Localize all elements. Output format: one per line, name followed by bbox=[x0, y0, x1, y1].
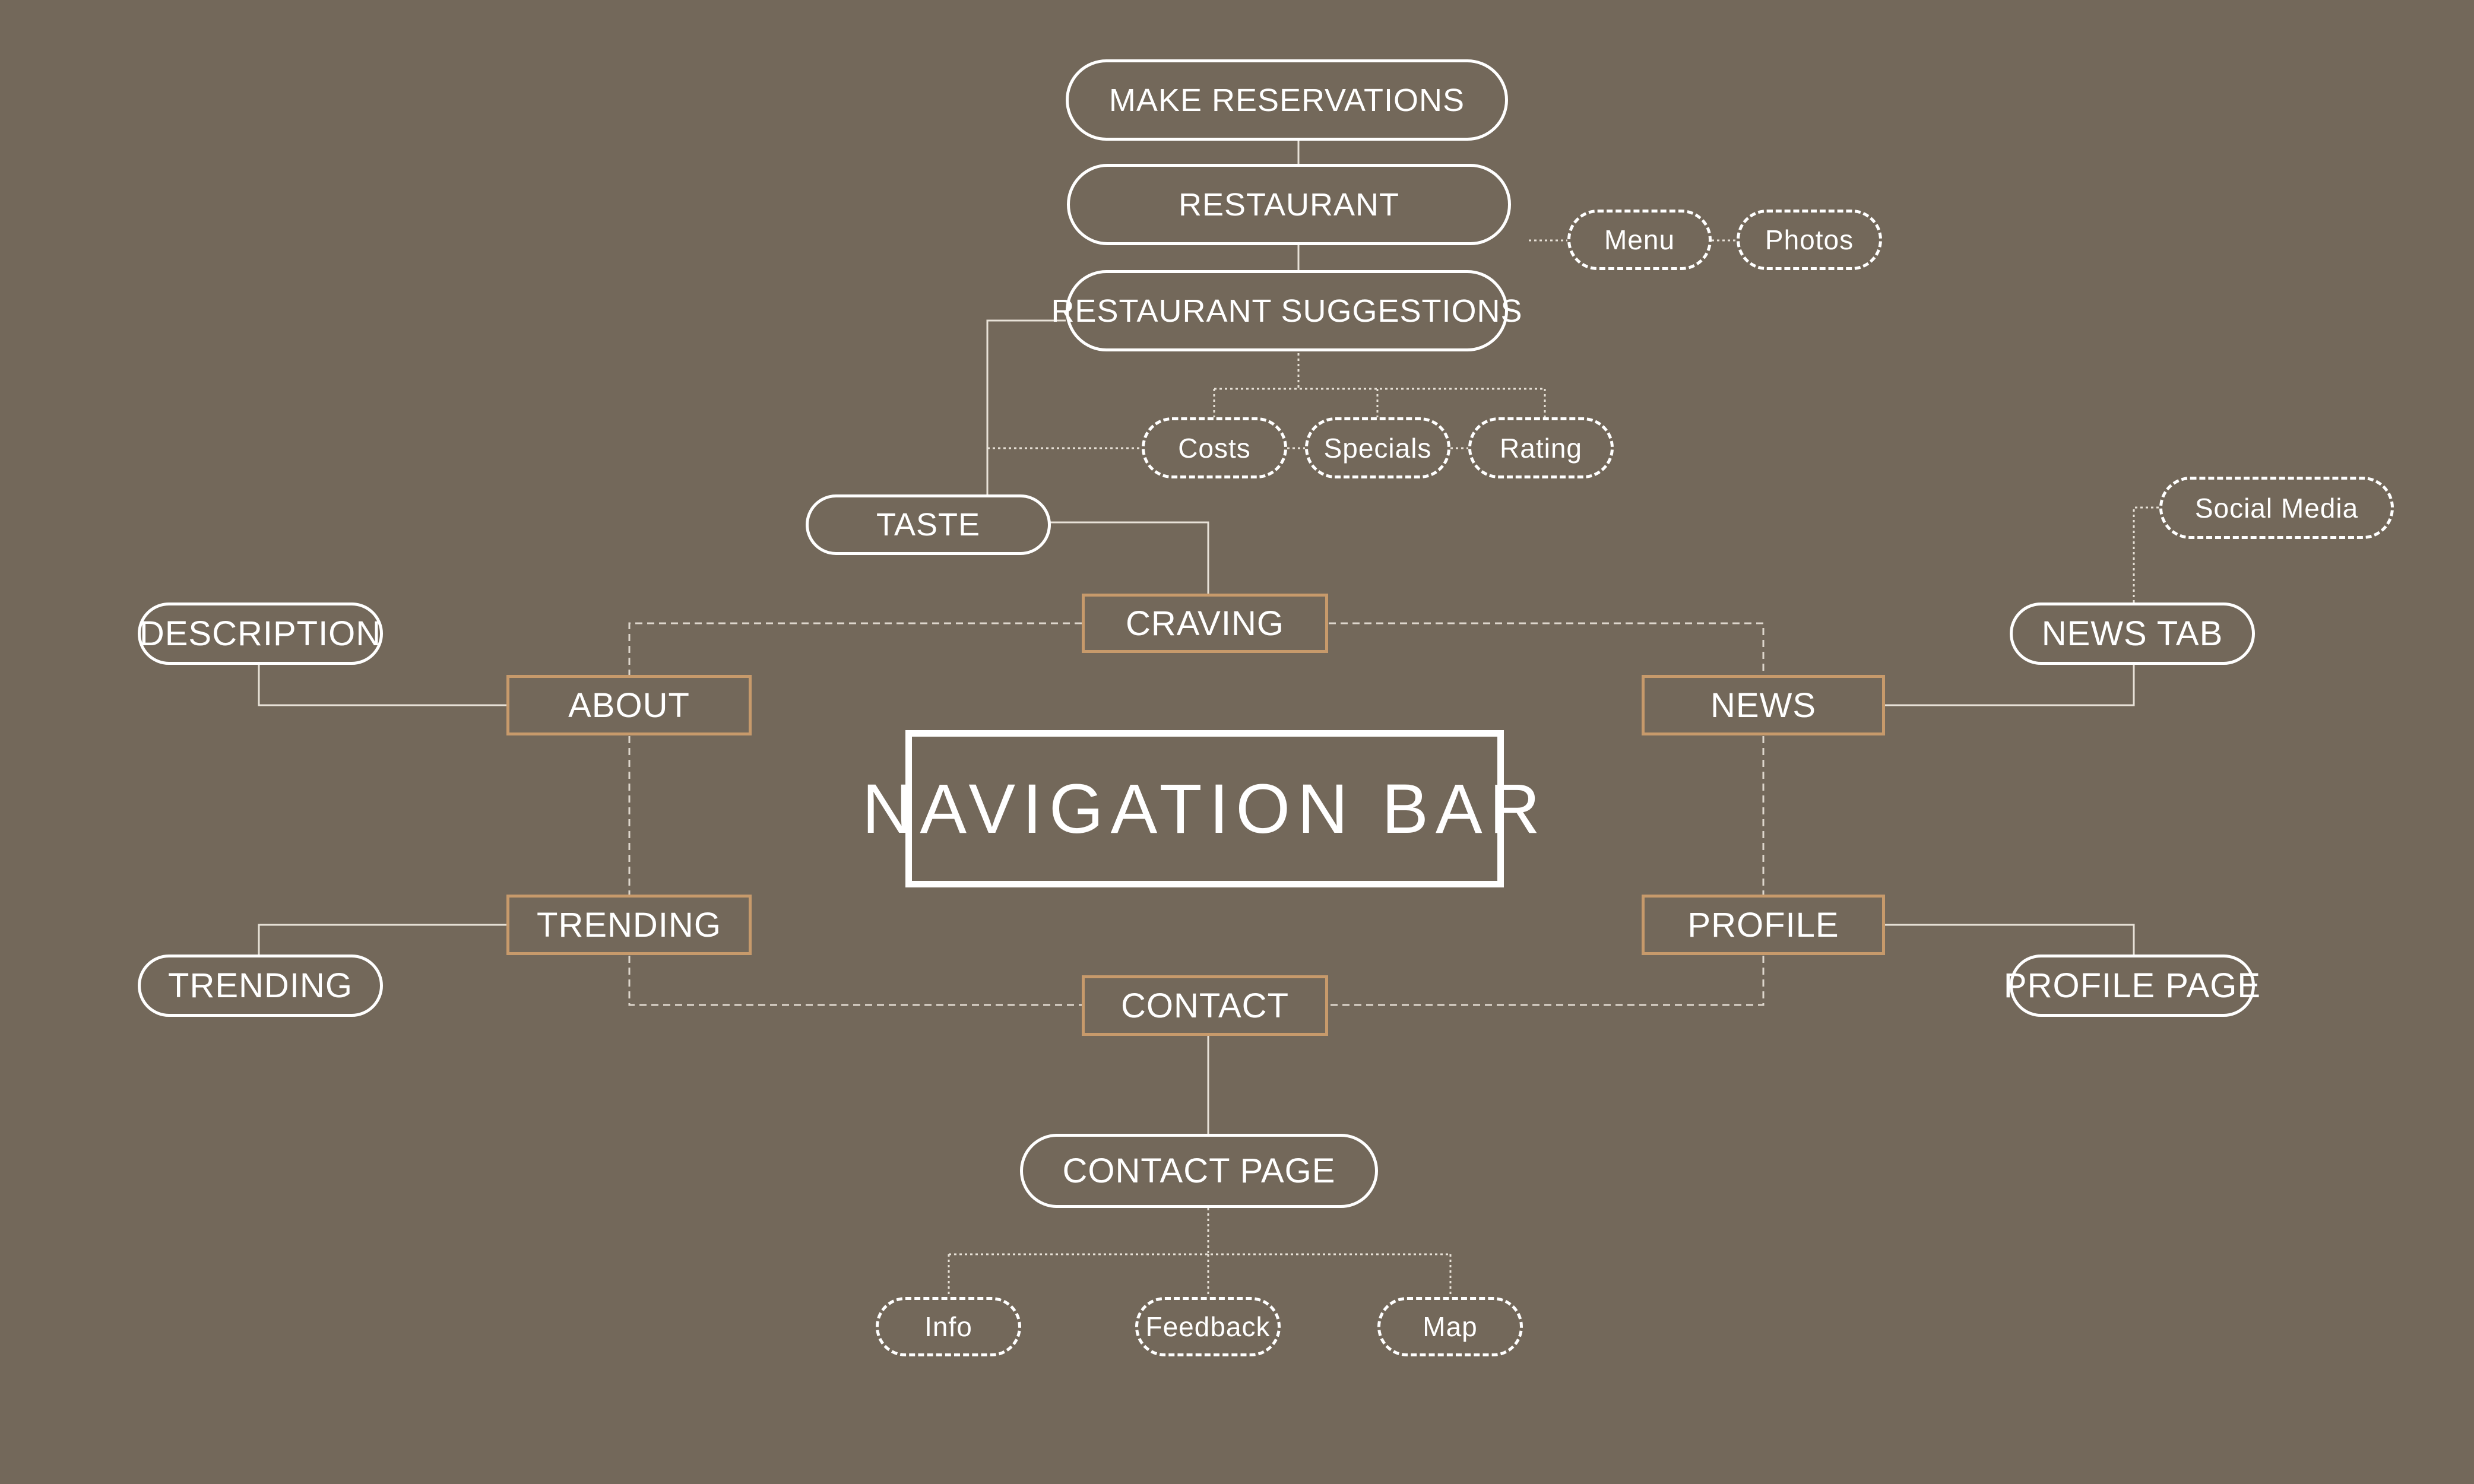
contact-page-node[interactable]: CONTACT PAGE bbox=[1020, 1134, 1378, 1208]
craving-nav-item[interactable]: CRAVING bbox=[1082, 594, 1328, 653]
trending-nav-item[interactable]: TRENDING bbox=[506, 895, 752, 955]
trending-page-node[interactable]: TRENDING bbox=[138, 955, 383, 1017]
profile-nav-item[interactable]: PROFILE bbox=[1642, 895, 1885, 955]
social-media-node[interactable]: Social Media bbox=[2159, 477, 2394, 539]
connector-contactpage-details bbox=[948, 1208, 1452, 1297]
info-node[interactable]: Info bbox=[876, 1297, 1021, 1356]
profile-page-node[interactable]: PROFILE PAGE bbox=[2004, 955, 2260, 1017]
frame-top-left bbox=[628, 622, 1082, 675]
connector-profile-page bbox=[1885, 924, 2135, 955]
connector-about-description bbox=[258, 664, 506, 706]
connector-news-newstab bbox=[1885, 665, 2135, 706]
connector-newstab-socialmedia bbox=[2133, 506, 2159, 603]
connector-suggestions-details bbox=[1213, 353, 1546, 417]
make-reservations-node[interactable]: MAKE RESERVATIONS bbox=[1066, 59, 1508, 141]
news-nav-item[interactable]: NEWS bbox=[1642, 675, 1885, 735]
navigation-bar-title-text: NAVIGATION BAR bbox=[862, 769, 1547, 848]
restaurant-suggestions-node[interactable]: RESTAURANT SUGGESTIONS bbox=[1051, 270, 1522, 351]
specials-node[interactable]: Specials bbox=[1305, 417, 1450, 478]
frame-top-right bbox=[1329, 622, 1765, 675]
about-nav-item[interactable]: ABOUT bbox=[506, 675, 752, 735]
restaurant-node[interactable]: RESTAURANT bbox=[1067, 164, 1511, 245]
connector-trending-page bbox=[258, 924, 506, 955]
news-tab-node[interactable]: NEWS TAB bbox=[2010, 603, 2255, 665]
taste-node[interactable]: TASTE bbox=[806, 494, 1051, 555]
connector-taste-craving bbox=[1050, 521, 1209, 594]
menu-node[interactable]: Menu bbox=[1567, 210, 1712, 270]
costs-node[interactable]: Costs bbox=[1142, 417, 1287, 478]
map-node[interactable]: Map bbox=[1377, 1297, 1523, 1356]
photos-node[interactable]: Photos bbox=[1737, 210, 1882, 270]
diagram-canvas: NAVIGATION BAR CRAVING ABOUT NEWS TRENDI… bbox=[0, 0, 2474, 1484]
navigation-bar-title: NAVIGATION BAR bbox=[862, 730, 1540, 887]
description-node[interactable]: DESCRIPTION bbox=[138, 603, 383, 665]
frame-bottom-right bbox=[1329, 956, 1765, 1006]
frame-bottom-left bbox=[628, 956, 1082, 1006]
connector-suggestions-taste bbox=[986, 319, 1066, 494]
feedback-node[interactable]: Feedback bbox=[1135, 1297, 1281, 1356]
rating-node[interactable]: Rating bbox=[1468, 417, 1614, 478]
contact-nav-item[interactable]: CONTACT bbox=[1082, 975, 1328, 1036]
